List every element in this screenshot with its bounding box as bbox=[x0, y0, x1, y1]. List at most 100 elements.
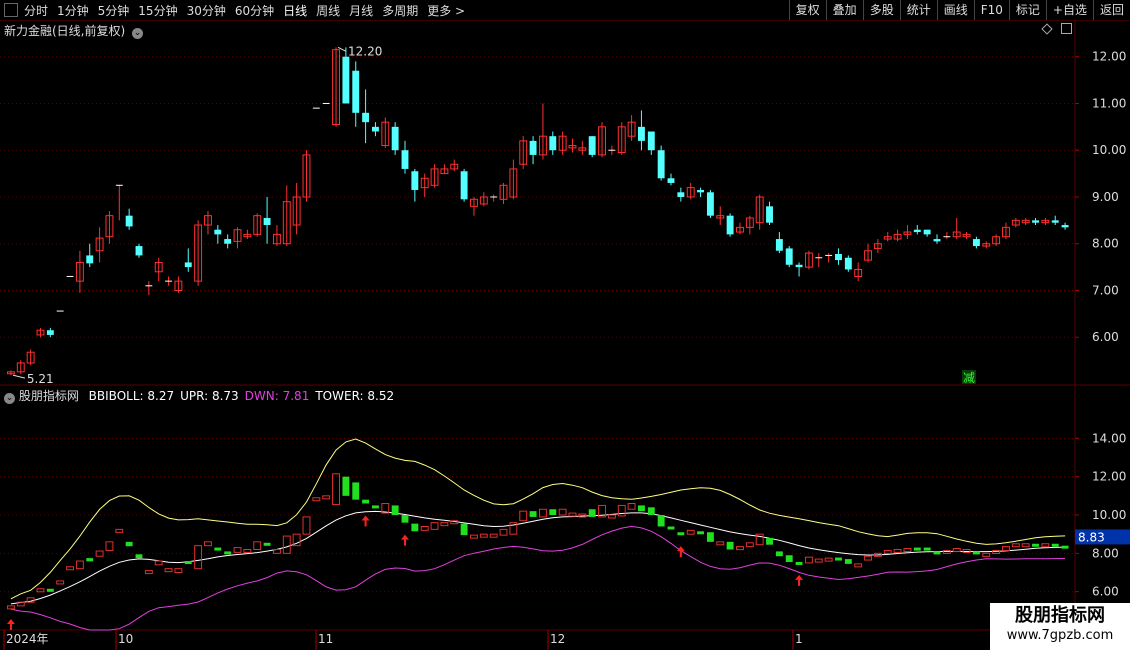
tower-bar-bear bbox=[637, 505, 645, 512]
candle-body-down bbox=[391, 126, 399, 151]
tower-bar-bull bbox=[430, 522, 439, 530]
tower-bar-bull bbox=[312, 497, 321, 502]
tower-bar-bull bbox=[903, 548, 912, 553]
tower-bar-bear bbox=[460, 523, 468, 536]
indicator-value-label: UPR: 8.73 bbox=[180, 389, 239, 403]
tower-bar-bear bbox=[184, 561, 192, 564]
tower-bar-bull bbox=[1021, 543, 1030, 548]
tower-bar-bear bbox=[657, 515, 665, 527]
tower-bar-bear bbox=[726, 541, 734, 550]
candle-body-down bbox=[913, 229, 921, 233]
tower-bar-bear bbox=[697, 531, 705, 535]
tower-bar-bear bbox=[795, 561, 803, 565]
candle-body-down bbox=[647, 131, 655, 151]
ind-tick-label: 14.00 bbox=[1092, 431, 1126, 445]
tower-bar-bear bbox=[352, 482, 360, 500]
indicator-value-label: TOWER: 8.52 bbox=[315, 389, 395, 403]
candle-body-down bbox=[460, 171, 468, 200]
price-tick-label: 8.00 bbox=[1092, 237, 1119, 251]
candle-body-down bbox=[529, 140, 537, 155]
tower-bar-bear bbox=[125, 541, 133, 547]
indicator-dropdown-icon[interactable]: ⌄ bbox=[4, 393, 15, 404]
tower-bar-bear bbox=[706, 532, 714, 542]
tower-bar-bull bbox=[824, 557, 833, 562]
tower-bar-bear bbox=[46, 588, 54, 592]
buy-arrow-icon bbox=[6, 619, 15, 630]
time-label: 2024年 bbox=[6, 632, 49, 646]
tower-bar-bear bbox=[933, 551, 941, 555]
tower-bar-bear bbox=[775, 551, 783, 557]
tower-bar-bear bbox=[923, 547, 931, 551]
tower-bar-bear bbox=[529, 511, 537, 517]
tower-bar-bull bbox=[617, 504, 626, 517]
candle-body-down bbox=[135, 246, 143, 256]
tower-bar-bull bbox=[105, 541, 114, 551]
tower-bar-bear bbox=[1061, 545, 1069, 549]
candle-body-down bbox=[371, 126, 379, 132]
candle-body-down bbox=[667, 178, 675, 183]
tower-bar-bull bbox=[736, 546, 744, 551]
upper-band-line bbox=[10, 438, 1066, 600]
candle-body-down bbox=[1061, 225, 1069, 228]
ind-tick-label: 8.00 bbox=[1092, 546, 1119, 560]
tower-bar-bear bbox=[214, 547, 222, 551]
buy-arrow-icon bbox=[401, 534, 409, 546]
ind-tick-label: 10.00 bbox=[1092, 508, 1126, 522]
time-label: 11 bbox=[318, 632, 333, 646]
candle-body-down bbox=[342, 56, 350, 104]
candle-body-down bbox=[835, 254, 842, 261]
candle-body-down bbox=[923, 229, 931, 235]
candle-body-down bbox=[766, 206, 773, 223]
tower-bar-bull bbox=[332, 473, 340, 505]
tower-bar-bear bbox=[224, 551, 232, 555]
tower-bar-bull bbox=[164, 568, 173, 573]
tower-bar-bull bbox=[479, 533, 488, 538]
candle-body-down bbox=[125, 215, 133, 227]
candle-body-down bbox=[184, 262, 192, 268]
candle-body-down bbox=[795, 264, 803, 268]
candle-body-down bbox=[1051, 220, 1059, 223]
candle-body-down bbox=[46, 330, 54, 335]
tower-bar-bear bbox=[667, 526, 675, 530]
tower-bar-bear bbox=[913, 547, 921, 551]
tower-bar-bull bbox=[470, 534, 478, 539]
tower-bar-bear bbox=[86, 558, 94, 562]
tower-bar-bull bbox=[204, 541, 212, 547]
tower-bar-bull bbox=[95, 550, 104, 557]
tower-bar-bull bbox=[322, 495, 331, 500]
indicator-value-label: DWN: 7.81 bbox=[244, 389, 310, 403]
candle-body-down bbox=[657, 150, 665, 179]
tower-bar-bull bbox=[6, 605, 15, 610]
ind-tick-label: 12.00 bbox=[1092, 470, 1126, 484]
candle-body-down bbox=[697, 189, 705, 193]
tower-bar-bull bbox=[804, 556, 813, 564]
candle-body-down bbox=[588, 136, 596, 155]
tower-bar-bear bbox=[647, 507, 655, 515]
candle-body-down bbox=[726, 215, 734, 235]
watermark-line2: www.7gpzb.com bbox=[1006, 628, 1114, 643]
tower-bar-bear bbox=[391, 505, 399, 515]
tower-bar-bear bbox=[588, 509, 596, 517]
tower-bar-bull bbox=[538, 508, 547, 518]
tower-bar-bull bbox=[489, 533, 498, 538]
price-tick-label: 7.00 bbox=[1092, 283, 1119, 297]
tower-bar-bear bbox=[263, 542, 271, 546]
tower-bar-bull bbox=[627, 503, 636, 510]
candle-body-down bbox=[401, 150, 409, 169]
candle-body-down bbox=[785, 248, 793, 265]
chart-area[interactable]: 12.00 11.00 10.00 9.00 8.00 7.00 6.00 14.00 12.0… bbox=[0, 0, 1130, 650]
tower-bar-bull bbox=[440, 522, 449, 527]
tower-bar-bull bbox=[558, 508, 567, 516]
tower-bar-bull bbox=[1002, 546, 1010, 551]
tower-bar-bull bbox=[1011, 543, 1020, 548]
indicator-value-label: BBIBOLL: 8.27 bbox=[88, 389, 175, 403]
indicator-name: 股朋指标网 bbox=[18, 389, 79, 403]
tower-bar-bull bbox=[75, 560, 84, 570]
watermark-line1: 股朋指标网 bbox=[1015, 605, 1105, 626]
tower-bar-bull bbox=[174, 568, 183, 574]
tower-bar-bull bbox=[302, 516, 311, 535]
tower-bar-bear bbox=[835, 557, 842, 561]
tower-bar-bull bbox=[144, 570, 153, 575]
tower-bar-bear bbox=[401, 515, 409, 523]
price-tick-label: 11.00 bbox=[1092, 96, 1126, 110]
